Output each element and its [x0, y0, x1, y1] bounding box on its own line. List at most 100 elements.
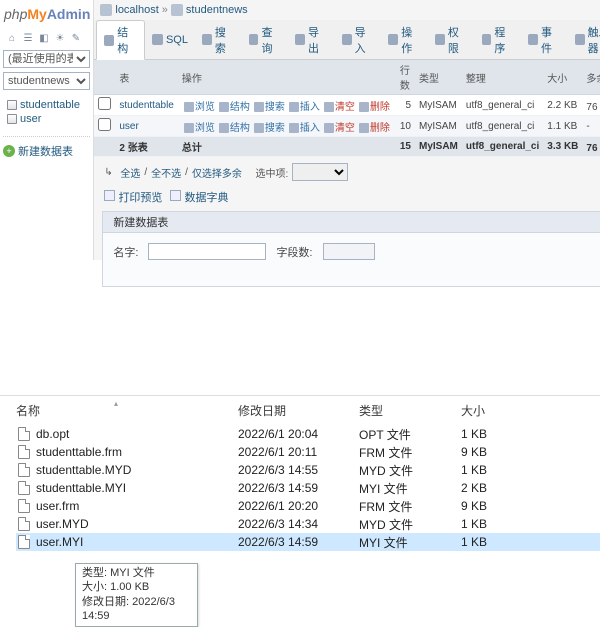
file-date: 2022/6/3 14:59 [238, 535, 359, 549]
cols-label: 字段数: [276, 244, 312, 260]
create-table-link[interactable]: + 新建数据表 [3, 136, 90, 159]
tab-SQL[interactable]: SQL [145, 20, 195, 59]
row-checkbox[interactable] [98, 118, 111, 131]
col-header[interactable]: 大小 [543, 60, 582, 95]
row-checkbox[interactable] [98, 97, 111, 110]
with-selected-select[interactable] [292, 163, 348, 181]
tab-导出[interactable]: 导出 [288, 20, 335, 59]
file-name: user.MYD [36, 517, 89, 531]
col-header-type[interactable]: 类型 [359, 402, 461, 419]
file-icon [18, 445, 30, 459]
tab-icon [342, 34, 352, 45]
file-row[interactable]: user.frm2022/6/1 20:20FRM 文件9 KB [16, 497, 600, 515]
docs-icon[interactable]: ☀ [53, 31, 67, 45]
tab-icon [249, 34, 259, 45]
tab-导入[interactable]: 导入 [335, 20, 382, 59]
select-all[interactable]: 全选 [120, 165, 140, 180]
columns-count-input[interactable] [323, 243, 375, 260]
col-header-name[interactable]: 名称▴ [16, 402, 238, 419]
tab-搜索[interactable]: 搜索 [195, 20, 242, 59]
col-header[interactable]: 行数 [396, 60, 415, 95]
col-header-date[interactable]: 修改日期 [238, 402, 359, 419]
tab-icon [528, 34, 538, 45]
col-header[interactable]: 整理 [462, 60, 543, 95]
tab-程序[interactable]: 程序 [475, 20, 522, 59]
tab-icon [104, 35, 114, 46]
pma-main: localhost » studentnews 结构SQL搜索查询导出导入操作权… [94, 0, 600, 260]
table-name-link[interactable]: studenttable [119, 100, 174, 111]
tab-结构[interactable]: 结构 [96, 20, 145, 60]
query-window-icon[interactable]: ◧ [37, 31, 51, 45]
op-清空[interactable]: 清空 [322, 102, 357, 113]
tab-icon [435, 34, 445, 45]
tab-触发器[interactable]: 触发器 [568, 20, 600, 59]
tab-权限[interactable]: 权限 [428, 20, 475, 59]
logout-icon[interactable]: ☰ [21, 31, 35, 45]
tab-icon [388, 34, 398, 45]
op-删除[interactable]: 删除 [357, 123, 392, 134]
table-row[interactable]: studenttable浏览结构搜索插入清空删除5MyISAMutf8_gene… [94, 95, 600, 116]
op-删除[interactable]: 删除 [357, 102, 392, 113]
crumb-host[interactable]: localhost [115, 4, 158, 16]
file-row[interactable]: db.opt2022/6/1 20:04OPT 文件1 KB [16, 425, 600, 443]
file-date: 2022/6/3 14:59 [238, 481, 359, 495]
op-icon [359, 123, 369, 133]
file-row[interactable]: studenttable.MYI2022/6/3 14:59MYI 文件2 KB [16, 479, 600, 497]
col-header-size[interactable]: 大小 [461, 402, 531, 419]
col-header[interactable]: 类型 [415, 60, 462, 95]
col-header[interactable]: 多余 [582, 60, 600, 95]
op-搜索[interactable]: 搜索 [252, 102, 287, 113]
file-row[interactable]: studenttable.MYD2022/6/3 14:55MYD 文件1 KB [16, 461, 600, 479]
row-actions-bar: ↳ 全选 / 全不选 / 仅选择多余 选中项: [94, 157, 600, 187]
file-size: 1 KB [461, 535, 531, 549]
op-浏览[interactable]: 浏览 [182, 102, 217, 113]
print-view[interactable]: 打印预览 [118, 192, 162, 204]
tables-list: 表操作行数类型整理大小多余 studenttable浏览结构搜索插入清空删除5M… [94, 60, 600, 157]
crumb-db[interactable]: studentnews [186, 4, 248, 16]
tree-item-user[interactable]: user [3, 112, 90, 126]
file-date: 2022/6/1 20:11 [238, 445, 359, 459]
tab-事件[interactable]: 事件 [521, 20, 568, 59]
op-结构[interactable]: 结构 [217, 102, 252, 113]
server-icon [100, 4, 112, 16]
select-extra[interactable]: 仅选择多余 [192, 165, 242, 180]
op-结构[interactable]: 结构 [217, 123, 252, 134]
name-label: 名字: [113, 244, 138, 260]
select-none[interactable]: 全不选 [151, 165, 181, 180]
settings-icon[interactable]: ✎ [69, 31, 83, 45]
file-browser-header[interactable]: 名称▴ 修改日期 类型 大小 [0, 396, 600, 425]
op-icon [219, 123, 229, 133]
data-dictionary[interactable]: 数据字典 [185, 192, 229, 204]
col-header[interactable] [94, 60, 115, 95]
file-icon [18, 427, 30, 441]
op-插入[interactable]: 插入 [287, 102, 322, 113]
op-清空[interactable]: 清空 [322, 123, 357, 134]
col-header[interactable]: 表 [115, 60, 178, 95]
file-row[interactable]: studenttable.frm2022/6/1 20:11FRM 文件9 KB [16, 443, 600, 461]
tab-操作[interactable]: 操作 [381, 20, 428, 59]
table-row[interactable]: user浏览结构搜索插入清空删除10MyISAMutf8_general_ci1… [94, 116, 600, 137]
tab-查询[interactable]: 查询 [242, 20, 289, 59]
op-浏览[interactable]: 浏览 [182, 123, 217, 134]
table-name-link[interactable]: user [119, 121, 138, 132]
op-插入[interactable]: 插入 [287, 123, 322, 134]
table-name-input[interactable] [148, 243, 266, 260]
top-tabs: 结构SQL搜索查询导出导入操作权限程序事件触发器 [94, 20, 600, 60]
home-icon[interactable]: ⌂ [5, 31, 19, 45]
col-header[interactable]: 操作 [178, 60, 396, 95]
table-icon [7, 114, 17, 124]
file-size: 1 KB [461, 517, 531, 531]
sidebar-shortcut-icons: ⌂ ☰ ◧ ☀ ✎ [3, 30, 90, 46]
file-date: 2022/6/1 20:04 [238, 427, 359, 441]
file-row[interactable]: user.MYI2022/6/3 14:59MYI 文件1 KB [16, 533, 600, 551]
database-select[interactable]: studentnews [3, 72, 90, 90]
op-icon [289, 123, 299, 133]
recent-tables-select[interactable]: (最近使用的表) ... [3, 50, 90, 68]
file-size: 2 KB [461, 481, 531, 495]
tree-item-studenttable[interactable]: studenttable [3, 98, 90, 112]
pma-sidebar: phpMyAdmin ⌂ ☰ ◧ ☀ ✎ (最近使用的表) ... studen… [0, 0, 94, 260]
file-row[interactable]: user.MYD2022/6/3 14:34MYD 文件1 KB [16, 515, 600, 533]
op-搜索[interactable]: 搜索 [252, 123, 287, 134]
tab-icon [295, 34, 305, 45]
dictionary-icon [170, 190, 181, 201]
